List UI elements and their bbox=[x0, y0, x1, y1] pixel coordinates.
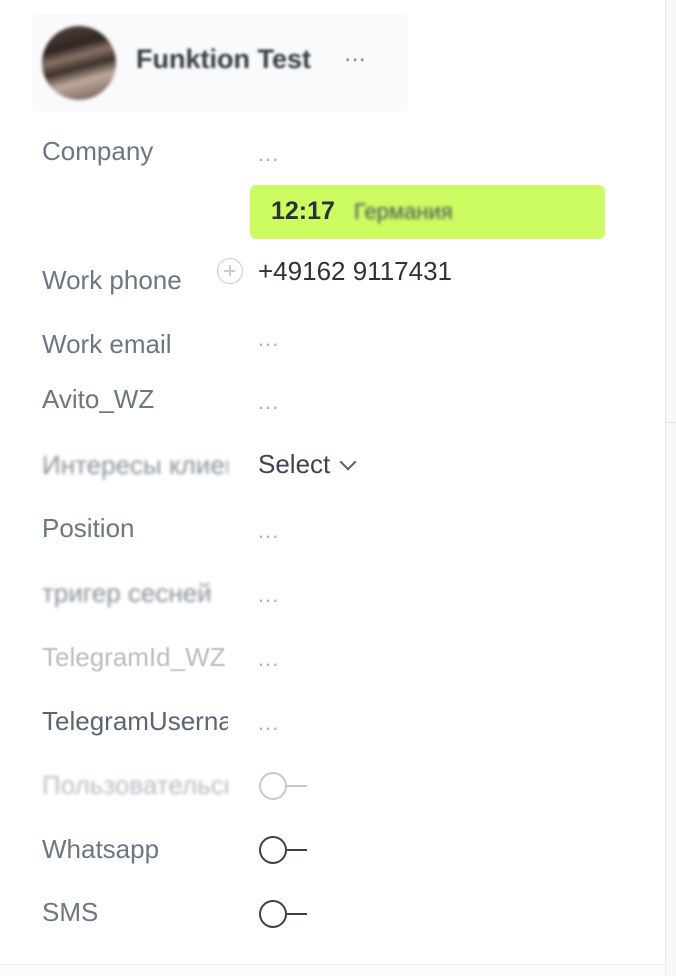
field-label-telegram-id: TelegramId_WZ bbox=[42, 642, 226, 672]
field-label-position: Position bbox=[42, 513, 135, 543]
contact-name[interactable]: Funktion Test bbox=[136, 44, 311, 75]
local-time: 12:17 bbox=[271, 197, 335, 225]
toggle-knob bbox=[259, 900, 287, 928]
add-phone-icon[interactable] bbox=[217, 258, 243, 284]
local-country: Германия bbox=[354, 199, 453, 224]
contact-card-panel: Funktion Test ··· Company ... 12:17 Герм… bbox=[0, 0, 665, 976]
side-divider bbox=[666, 422, 676, 423]
whatsapp-toggle[interactable] bbox=[259, 835, 311, 869]
field-label-trigger: тригер сесней bbox=[42, 578, 212, 608]
field-label-avito: Avito_WZ bbox=[42, 384, 155, 414]
local-time-badge: 12:17 Германия bbox=[250, 185, 605, 239]
field-value-work-phone[interactable]: +49162 9117431 bbox=[258, 256, 452, 287]
toggle-track bbox=[287, 913, 307, 915]
field-label-company: Company bbox=[42, 136, 154, 166]
user-consent-toggle[interactable] bbox=[259, 771, 311, 805]
field-label-work-phone: Work phone bbox=[42, 265, 182, 295]
field-value-work-email[interactable]: ... bbox=[258, 326, 279, 352]
chevron-down-icon bbox=[339, 453, 357, 471]
toggle-track bbox=[287, 849, 307, 851]
field-value-position[interactable]: ... bbox=[258, 518, 279, 544]
interests-select-value: Select bbox=[258, 448, 331, 479]
field-value-telegram-username[interactable]: ... bbox=[258, 710, 279, 736]
right-side-strip bbox=[666, 0, 676, 976]
bottom-area bbox=[0, 965, 665, 976]
field-label-telegram-username: TelegramUsername bbox=[42, 706, 228, 736]
avatar[interactable] bbox=[42, 26, 116, 100]
toggle-knob bbox=[259, 772, 287, 800]
field-label-interests: Интересы клиента bbox=[42, 450, 228, 480]
field-value-trigger[interactable]: ... bbox=[258, 582, 279, 608]
field-value-telegram-id[interactable]: ... bbox=[258, 646, 279, 672]
field-label-user-consent: Пользовательское bbox=[42, 770, 228, 800]
field-label-work-email: Work email bbox=[42, 329, 172, 359]
field-label-whatsapp: Whatsapp bbox=[42, 834, 160, 864]
more-actions-button[interactable]: ··· bbox=[338, 44, 372, 74]
interests-select[interactable]: Select bbox=[258, 447, 357, 481]
field-label-sms: SMS bbox=[42, 897, 99, 927]
toggle-knob bbox=[259, 836, 287, 864]
field-value-company[interactable]: ... bbox=[258, 141, 279, 167]
field-value-avito[interactable]: ... bbox=[258, 389, 279, 415]
sms-toggle[interactable] bbox=[259, 899, 311, 933]
toggle-track bbox=[287, 785, 307, 787]
